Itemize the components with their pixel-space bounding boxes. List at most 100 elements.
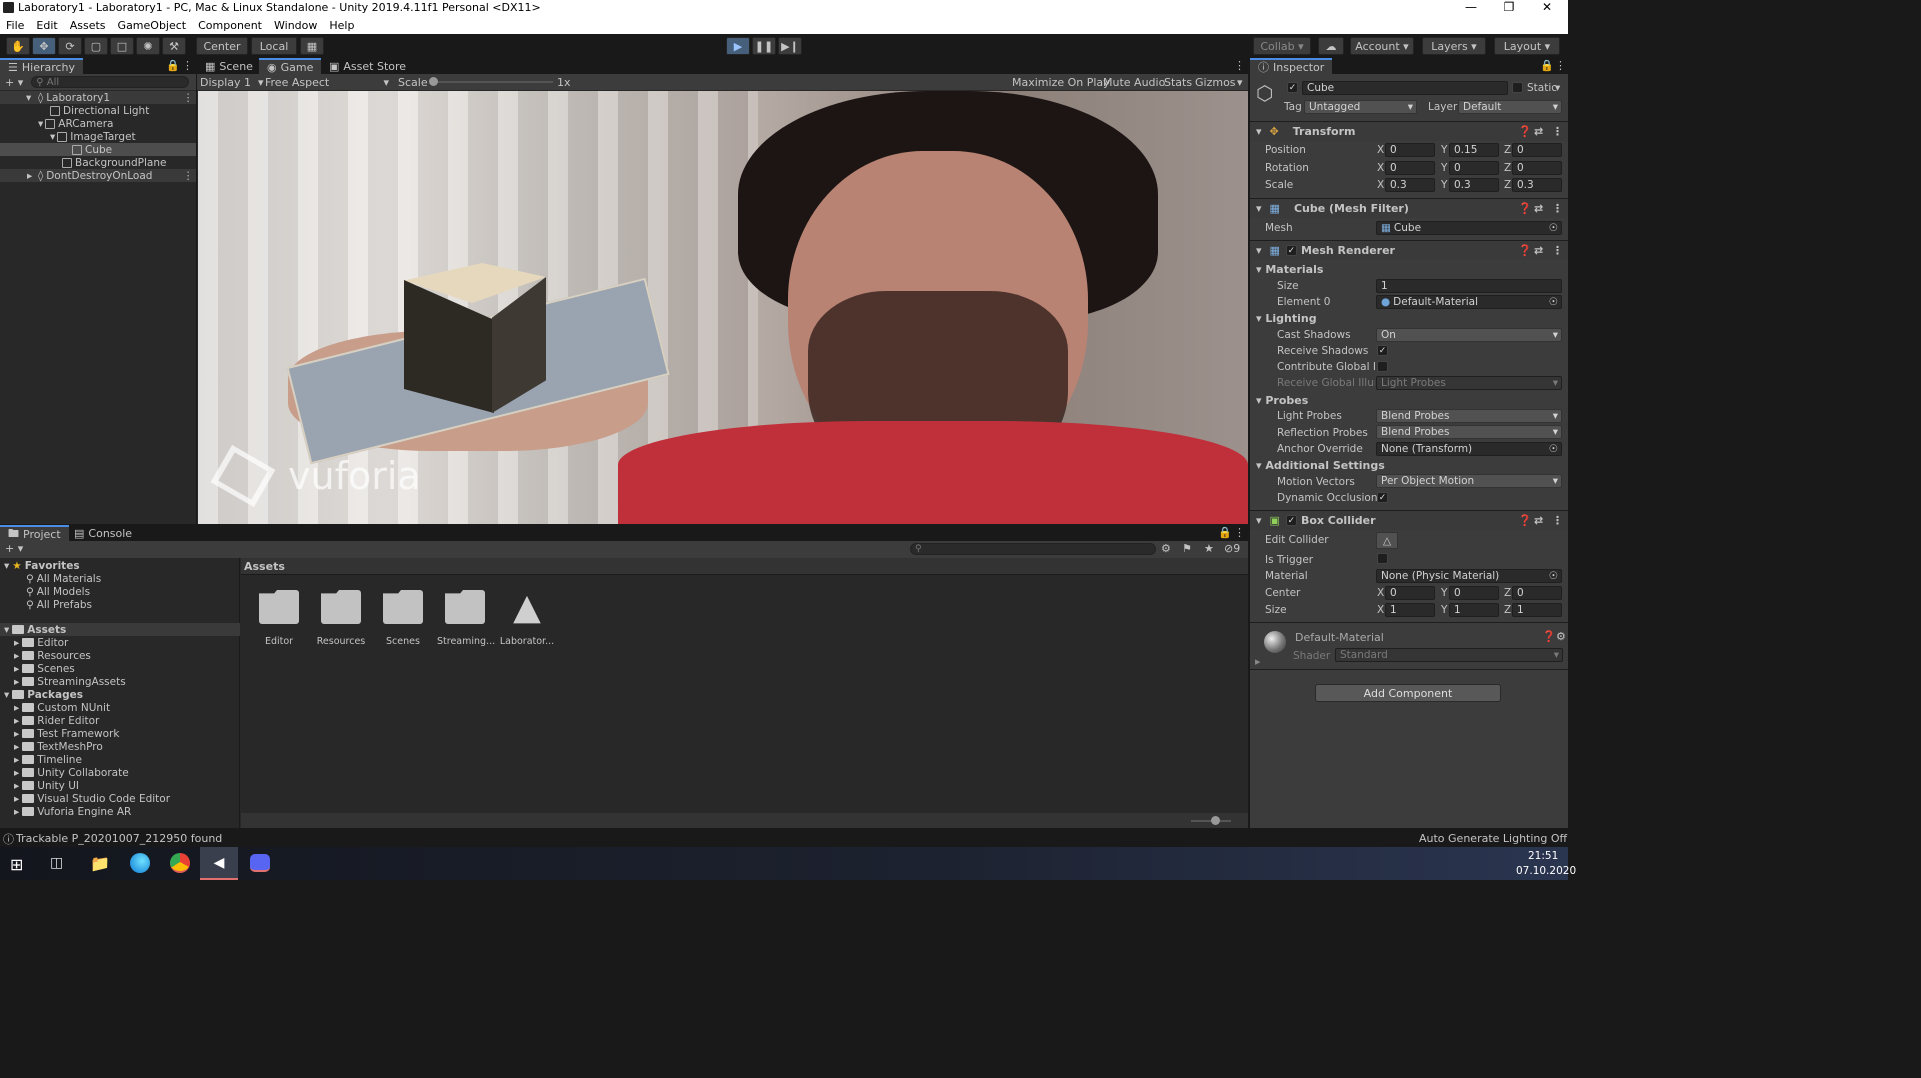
- rotation-z-field[interactable]: 0: [1512, 161, 1562, 175]
- tree-package-unity-ui[interactable]: ▸ Unity UI: [14, 779, 79, 792]
- pivot-center-button[interactable]: Center: [196, 37, 248, 55]
- menu-component[interactable]: Component: [198, 19, 262, 32]
- kebab-menu-icon[interactable]: ⋮: [1234, 526, 1245, 539]
- expand-arrow-icon[interactable]: ▾: [50, 131, 55, 143]
- lighting-foldout[interactable]: ▾ Lighting: [1256, 312, 1317, 325]
- rotation-y-field[interactable]: 0: [1449, 161, 1499, 175]
- kebab-menu-icon[interactable]: ⋮: [1234, 59, 1245, 72]
- additional-settings-foldout[interactable]: ▾ Additional Settings: [1256, 459, 1385, 472]
- light-probes-dropdown[interactable]: Blend Probes ▾: [1376, 409, 1562, 423]
- component-enabled-checkbox[interactable]: ✓: [1285, 515, 1297, 526]
- custom-tool-icon[interactable]: ⚒: [162, 37, 186, 55]
- shader-dropdown[interactable]: Standard ▾: [1335, 648, 1563, 662]
- help-icon[interactable]: ❓: [1518, 125, 1532, 138]
- preset-icon[interactable]: ⇄: [1534, 202, 1543, 215]
- materials-foldout[interactable]: ▾ Materials: [1256, 263, 1323, 276]
- position-x-field[interactable]: 0: [1385, 143, 1435, 157]
- tree-package-test-framework[interactable]: ▸ Test Framework: [14, 727, 119, 740]
- file-explorer-icon[interactable]: 📁: [90, 854, 110, 873]
- stats-toggle[interactable]: Stats: [1164, 76, 1192, 89]
- expand-arrow-icon[interactable]: ▸: [14, 767, 19, 779]
- add-icon[interactable]: + ▾: [5, 542, 23, 555]
- help-icon[interactable]: ❓: [1518, 514, 1532, 527]
- scale-x-field[interactable]: 0.3: [1385, 178, 1435, 192]
- foldout-arrow-icon[interactable]: ▸: [1255, 655, 1261, 668]
- preset-icon[interactable]: ⇄: [1534, 125, 1543, 138]
- search-by-type-icon[interactable]: ⚙: [1161, 542, 1171, 555]
- object-picker-icon[interactable]: ☉: [1549, 443, 1558, 455]
- center-z-field[interactable]: 0: [1512, 586, 1562, 600]
- unity-taskbar-icon[interactable]: ◀: [200, 847, 238, 880]
- game-view-render[interactable]: vuforia: [198, 91, 1248, 524]
- close-button[interactable]: ✕: [1532, 0, 1562, 14]
- lock-icon[interactable]: 🔒: [1218, 526, 1232, 539]
- edge-browser-icon[interactable]: [130, 853, 150, 873]
- component-enabled-checkbox[interactable]: ✓: [1285, 245, 1297, 256]
- static-dropdown-icon[interactable]: ▾: [1555, 82, 1560, 94]
- transform-tool-icon[interactable]: ✺: [136, 37, 160, 55]
- expand-arrow-icon[interactable]: ▸: [14, 715, 19, 727]
- expand-arrow-icon[interactable]: ▸: [14, 663, 19, 675]
- object-picker-icon[interactable]: ☉: [1549, 296, 1558, 308]
- help-icon[interactable]: ❓: [1518, 244, 1532, 257]
- reflection-probes-dropdown[interactable]: Blend Probes ▾: [1376, 425, 1562, 439]
- expand-arrow-icon[interactable]: ▸: [14, 741, 19, 753]
- kebab-menu-icon[interactable]: ⋮: [1552, 514, 1563, 527]
- expand-arrow-icon[interactable]: ▸: [14, 676, 19, 688]
- kebab-menu-icon[interactable]: ⋮: [182, 59, 193, 72]
- is-trigger-checkbox[interactable]: [1377, 553, 1388, 564]
- menu-help[interactable]: Help: [329, 19, 354, 32]
- tree-package-custom-nunit[interactable]: ▸ Custom NUnit: [14, 701, 110, 714]
- kebab-menu-icon[interactable]: ⋮: [183, 170, 194, 182]
- tree-package-unity-collaborate[interactable]: ▸ Unity Collaborate: [14, 766, 129, 779]
- maximize-on-play-toggle[interactable]: Maximize On Play: [1012, 76, 1110, 89]
- icon-size-slider-handle[interactable]: [1211, 816, 1220, 825]
- tree-folder-resources[interactable]: ▸ Resources: [14, 649, 91, 662]
- object-name-input[interactable]: Cube: [1302, 81, 1508, 95]
- packages-foldout[interactable]: ▾ Packages: [4, 688, 83, 701]
- gizmos-dropdown-icon[interactable]: ▾: [1237, 76, 1243, 89]
- tab-hierarchy[interactable]: ☰ Hierarchy: [0, 58, 84, 74]
- foldout-arrow-icon[interactable]: ▾: [1256, 125, 1262, 138]
- tab-inspector[interactable]: ⓘ Inspector: [1250, 58, 1333, 74]
- favorite-item-all-materials[interactable]: ⚲ All Materials: [26, 572, 101, 585]
- scale-tool-icon[interactable]: ▢: [84, 37, 108, 55]
- hierarchy-search-input[interactable]: ⚲ All: [31, 76, 190, 88]
- clock-date[interactable]: 07.10.2020: [1516, 865, 1576, 877]
- clock-time[interactable]: 21:51: [1528, 850, 1558, 862]
- rotate-tool-icon[interactable]: ⟳: [58, 37, 82, 55]
- minimize-button[interactable]: —: [1456, 0, 1486, 14]
- active-checkbox[interactable]: ✓: [1287, 82, 1298, 93]
- add-component-button[interactable]: Add Component: [1315, 684, 1501, 702]
- kebab-menu-icon[interactable]: ⋮: [1555, 59, 1566, 72]
- expand-arrow-icon[interactable]: ▸: [14, 793, 19, 805]
- windows-start-icon[interactable]: ⊞: [10, 855, 23, 874]
- tree-folder-streamingassets[interactable]: ▸ StreamingAssets: [14, 675, 126, 688]
- menu-file[interactable]: File: [6, 19, 24, 32]
- lighting-status[interactable]: Auto Generate Lighting Off: [1419, 832, 1567, 845]
- display-dropdown[interactable]: Display 1 ▾: [200, 75, 264, 89]
- grid-snap-icon[interactable]: ▦: [300, 37, 324, 55]
- edit-collider-button[interactable]: △: [1376, 532, 1398, 549]
- expand-arrow-icon[interactable]: ▸: [14, 754, 19, 766]
- collab-dropdown[interactable]: Collab ▾: [1253, 37, 1311, 55]
- expand-arrow-icon[interactable]: ▾: [4, 624, 9, 636]
- tree-package-textmeshpro[interactable]: ▸ TextMeshPro: [14, 740, 103, 753]
- anchor-override-field[interactable]: None (Transform) ☉: [1376, 442, 1562, 456]
- tree-package-vuforia[interactable]: ▸ Vuforia Engine AR: [14, 805, 131, 818]
- asset-scene-laboratory1[interactable]: ▲ Laborator...: [499, 588, 555, 648]
- preset-icon[interactable]: ⇄: [1534, 244, 1543, 257]
- center-x-field[interactable]: 0: [1385, 586, 1435, 600]
- hierarchy-item-arcamera[interactable]: ▾ ARCamera: [38, 117, 113, 130]
- hierarchy-item-imagetarget[interactable]: ▾ ImageTarget: [50, 130, 136, 143]
- expand-arrow-icon[interactable]: ▸: [14, 728, 19, 740]
- discord-icon[interactable]: [250, 854, 270, 872]
- size-y-field[interactable]: 1: [1449, 603, 1499, 617]
- hand-tool-icon[interactable]: ✋: [6, 37, 30, 55]
- tree-folder-editor[interactable]: ▸ Editor: [14, 636, 68, 649]
- scale-y-field[interactable]: 0.3: [1449, 178, 1499, 192]
- favorites-foldout[interactable]: ▾ ★ Favorites: [4, 559, 80, 572]
- maximize-button[interactable]: ❐: [1494, 0, 1524, 14]
- element0-field[interactable]: ● Default-Material ☉: [1376, 295, 1562, 309]
- account-dropdown[interactable]: Account ▾: [1350, 37, 1414, 55]
